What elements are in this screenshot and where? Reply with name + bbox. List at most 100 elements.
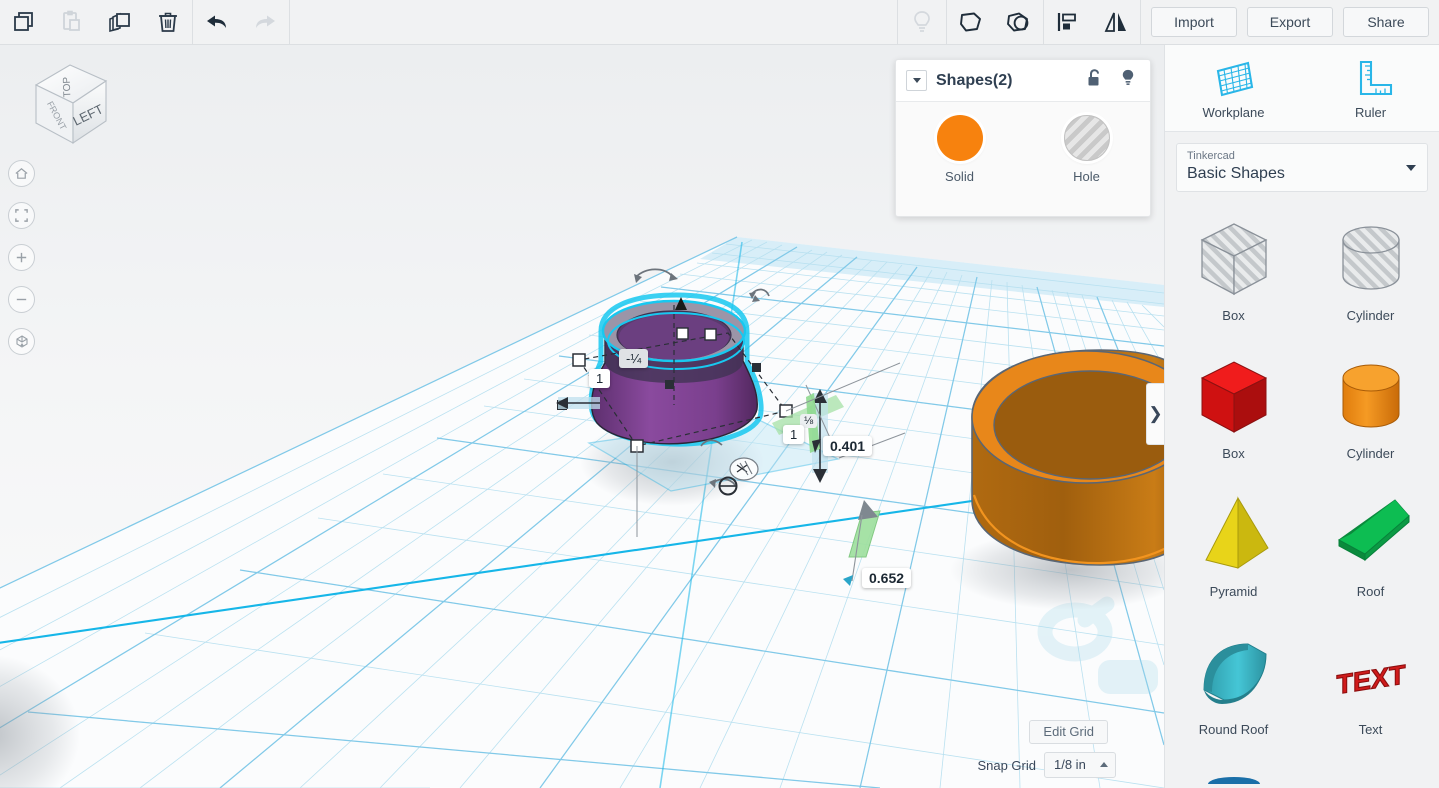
shapes-panel-title: Shapes(2) — [936, 71, 1013, 89]
ruler-tool[interactable]: Ruler — [1302, 45, 1439, 131]
dim-offset-x[interactable]: -¼ — [619, 349, 649, 368]
shape-library-select[interactable]: Tinkercad Basic Shapes — [1176, 143, 1428, 192]
chevron-down-icon — [912, 78, 921, 83]
view-cube[interactable]: TOP FRONT LEFT — [18, 57, 118, 157]
shape-label: Pyramid — [1209, 584, 1258, 599]
shape-label: Box — [1222, 446, 1245, 461]
undo-button[interactable] — [193, 0, 241, 44]
shape-label: Cylinder — [1346, 308, 1395, 323]
zoom-in-button[interactable] — [8, 244, 35, 271]
history-tool-group — [193, 0, 289, 45]
chevron-down-icon — [1406, 165, 1416, 171]
box-hole-icon — [1200, 223, 1267, 296]
shape-roof[interactable]: Roof — [1302, 480, 1439, 618]
selected-cone-shape[interactable] — [588, 292, 764, 447]
dim-height[interactable]: 0.401 — [823, 436, 873, 456]
right-sidebar: Workplane Ruler Tinkercad Basic Shapes B… — [1164, 45, 1439, 788]
shapes-panel-collapse-button[interactable] — [906, 70, 927, 91]
sidebar-collapse-button[interactable]: ❯ — [1146, 383, 1164, 445]
shape-cylinder-orange[interactable]: Cylinder — [1302, 342, 1439, 480]
solid-option[interactable]: Solid — [896, 115, 1023, 184]
home-view-button[interactable] — [8, 160, 35, 187]
shape-visibility-button[interactable] — [1116, 68, 1140, 93]
cube-top-label: TOP — [62, 76, 74, 97]
lightbulb-button[interactable] — [898, 0, 946, 44]
workplane-tool-label: Workplane — [1202, 104, 1265, 120]
shapes-inspector-panel: Shapes(2) Solid Hole — [895, 59, 1151, 217]
shape-next-row-right[interactable] — [1302, 756, 1439, 786]
align-tool-group — [1044, 0, 1140, 45]
cylinder-hole-icon — [1341, 226, 1400, 290]
shape-pyramid[interactable]: Pyramid — [1165, 480, 1302, 618]
shape-thumb — [1199, 764, 1269, 784]
hole-option[interactable]: Hole — [1023, 115, 1150, 184]
toolbar-divider-2 — [289, 0, 290, 45]
dim-elevation[interactable]: 0.652 — [862, 568, 912, 588]
shape-label: Text — [1358, 722, 1383, 737]
mirror-button[interactable] — [1092, 0, 1140, 44]
snap-grid-label: Snap Grid — [977, 757, 1036, 773]
shape-label: Cylinder — [1346, 446, 1395, 461]
shape-text[interactable]: TEXT Text — [1302, 618, 1439, 756]
hole-swatch[interactable] — [1063, 115, 1110, 161]
group-shapes-icon — [960, 12, 981, 32]
align-button[interactable] — [1044, 0, 1092, 44]
shape-thumb — [1325, 212, 1417, 308]
shape-cylinder-hole[interactable]: Cylinder — [1302, 204, 1439, 342]
edit-grid-button[interactable]: Edit Grid — [1029, 720, 1108, 744]
shape-thumb — [1188, 626, 1280, 722]
shape-label: Round Roof — [1198, 722, 1269, 737]
shape-box-hole[interactable]: Box — [1165, 204, 1302, 342]
shape-thumb — [1188, 350, 1280, 446]
view-tool-group — [898, 0, 946, 45]
minus-icon — [16, 298, 27, 301]
shape-thumb — [1188, 488, 1280, 584]
shape-label: Box — [1222, 308, 1245, 323]
ungroup-shapes-icon — [1007, 12, 1029, 32]
unlock-icon — [1088, 69, 1099, 86]
snap-grid-select[interactable]: 1/8 in — [1044, 752, 1116, 778]
orange-ring-shape[interactable] — [971, 349, 1164, 566]
fit-view-button[interactable] — [8, 202, 35, 229]
dim-depth[interactable]: 1 — [783, 425, 805, 444]
trash-icon — [159, 12, 177, 32]
paste-button[interactable] — [48, 0, 96, 44]
snap-grid-value: 1/8 in — [1054, 757, 1086, 772]
ruler-icon — [1359, 60, 1392, 95]
workplane-grid-icon — [1216, 61, 1253, 96]
library-collection: Basic Shapes — [1187, 165, 1285, 182]
plus-icon — [16, 252, 27, 263]
duplicate-button[interactable] — [96, 0, 144, 44]
ungroup-button[interactable] — [995, 0, 1043, 44]
delete-button[interactable] — [144, 0, 192, 44]
snap-grid-control: Snap Grid 1/8 in — [977, 752, 1116, 778]
shape-box-red[interactable]: Box — [1165, 342, 1302, 480]
tinkercad-editor: Import Export Share TOP FRONT LEFT -¼ 1 … — [0, 0, 1439, 788]
export-button[interactable]: Export — [1247, 7, 1333, 37]
lock-toggle-button[interactable] — [1083, 68, 1107, 93]
shape-thumb — [1325, 350, 1417, 446]
share-button[interactable]: Share — [1343, 7, 1429, 37]
copy-button[interactable] — [0, 0, 48, 44]
solid-swatch[interactable] — [936, 115, 983, 161]
fit-to-screen-icon — [15, 209, 28, 222]
import-button[interactable]: Import — [1151, 7, 1237, 37]
edit-tool-group — [0, 0, 192, 45]
group-button[interactable] — [947, 0, 995, 44]
shape-round-roof[interactable]: Round Roof — [1165, 618, 1302, 756]
svg-text:TEXT: TEXT — [1336, 658, 1405, 700]
hole-label: Hole — [1073, 169, 1100, 184]
caret-up-icon — [1100, 762, 1108, 767]
duplicate-icon — [109, 12, 130, 33]
toolbar-divider-6 — [1140, 0, 1141, 45]
ruler-tool-label: Ruler — [1354, 104, 1387, 120]
zoom-out-button[interactable] — [8, 286, 35, 313]
redo-button[interactable] — [241, 0, 289, 44]
perspective-toggle-button[interactable] — [8, 328, 35, 355]
workplane-tool[interactable]: Workplane — [1165, 45, 1302, 131]
dim-width[interactable]: 1 — [589, 369, 611, 388]
move-cursor-icon[interactable] — [729, 457, 759, 481]
shape-thumb — [1325, 488, 1417, 584]
shape-next-row-left[interactable] — [1165, 756, 1302, 786]
partial-shape-icon — [1207, 777, 1260, 784]
